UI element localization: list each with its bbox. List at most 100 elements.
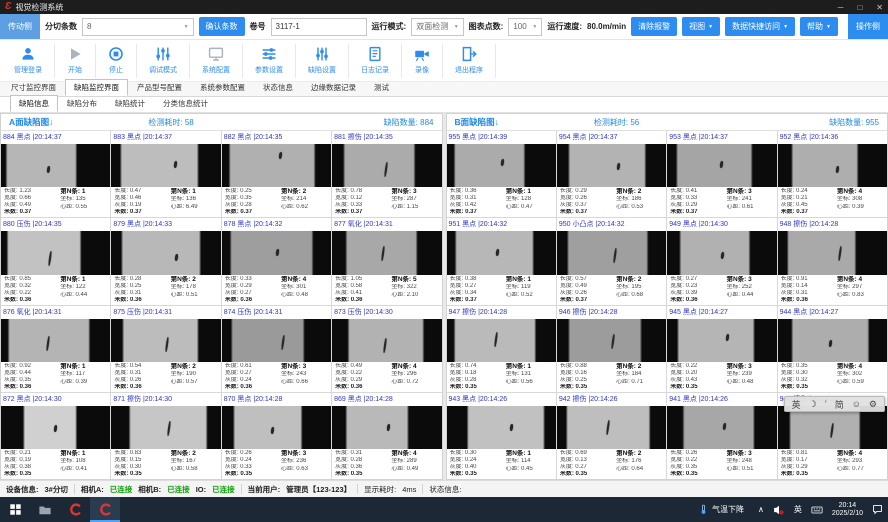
defect-image[interactable] — [1, 406, 110, 449]
toolbar-button-log[interactable]: 日志记录 — [349, 44, 402, 78]
drive-side-button[interactable]: 传动侧 — [0, 14, 40, 39]
defect-card[interactable]: 872 黑点 |20:14:30长度: 0.21宽度: 0.19灰度: 0.38… — [1, 393, 110, 479]
close-button[interactable]: ✕ — [876, 3, 883, 12]
defect-image[interactable] — [222, 144, 331, 187]
defect-image[interactable] — [447, 144, 556, 187]
defect-card[interactable]: 884 黑点 |20:14:37长度: 1.23宽度: 0.66灰度: 0.49… — [1, 131, 110, 217]
defect-image[interactable] — [447, 231, 556, 274]
view-menu-button[interactable]: 视图▼ — [682, 17, 720, 36]
weather-widget[interactable]: 气温下降 — [692, 503, 750, 516]
defect-image[interactable] — [778, 144, 887, 187]
toolbar-button-play[interactable]: 开始 — [55, 44, 96, 78]
main-tab-1[interactable]: 缺陷监控界面 — [65, 79, 128, 96]
taskbar-clock[interactable]: 20:14 2025/2/10 — [832, 502, 863, 518]
defect-card[interactable]: 946 擦伤 |20:14:28长度: 0.88宽度: 0.16灰度: 0.25… — [557, 306, 666, 392]
defect-card[interactable]: 949 黑点 |20:14:30长度: 0.27宽度: 0.23灰度: 0.39… — [667, 218, 776, 304]
operate-side-button[interactable]: 操作侧 — [848, 14, 888, 39]
defect-image[interactable] — [557, 406, 666, 449]
toolbar-button-monitor[interactable]: 系统配置 — [190, 44, 243, 78]
sub-tab-0[interactable]: 缺陷信息 — [10, 95, 58, 112]
defect-image[interactable] — [667, 144, 776, 187]
defect-image[interactable] — [111, 319, 220, 362]
defect-image[interactable] — [111, 231, 220, 274]
defect-image[interactable] — [667, 406, 776, 449]
notification-center-icon[interactable] — [871, 503, 884, 516]
sub-tab-2[interactable]: 缺陷统计 — [106, 95, 154, 112]
panel-title[interactable]: B面缺陷图↓ — [455, 116, 499, 128]
defect-image[interactable] — [1, 319, 110, 362]
defect-card[interactable]: 955 黑点 |20:14:39长度: 0.36宽度: 0.31灰度: 0.42… — [447, 131, 556, 217]
defect-image[interactable] — [222, 406, 331, 449]
app-taskbar-button[interactable] — [60, 497, 90, 522]
defect-card[interactable]: 942 擦伤 |20:14:26长度: 0.69宽度: 0.13灰度: 0.27… — [557, 393, 666, 479]
defect-image[interactable] — [222, 319, 331, 362]
gear-icon[interactable]: ⚙ — [869, 399, 877, 410]
defect-card[interactable]: 869 黑点 |20:14:28长度: 0.31宽度: 0.28灰度: 0.36… — [332, 393, 441, 479]
defect-card[interactable]: 876 氧化 |20:14:31长度: 0.92宽度: 0.44灰度: 0.35… — [1, 306, 110, 392]
speaker-muted-icon[interactable] — [772, 503, 786, 517]
defect-card[interactable]: 943 黑点 |20:14:26长度: 0.30宽度: 0.24灰度: 0.40… — [447, 393, 556, 479]
defect-card[interactable]: 954 黑点 |20:14:37长度: 0.29宽度: 0.26灰度: 0.37… — [557, 131, 666, 217]
main-tab-6[interactable]: 测试 — [365, 79, 398, 96]
emoji-icon[interactable]: ☺ — [852, 399, 861, 409]
data-shortcut-menu-button[interactable]: 数据快捷访问▼ — [725, 17, 795, 36]
chart-points-select[interactable]: 100 ▼ — [508, 18, 542, 36]
toolbar-button-stop[interactable]: 停止 — [96, 44, 137, 78]
defect-card[interactable]: 945 黑点 |20:14:27长度: 0.22宽度: 0.20灰度: 0.43… — [667, 306, 776, 392]
app-taskbar-button-active[interactable] — [90, 497, 120, 522]
help-menu-button[interactable]: 帮助▼ — [800, 17, 838, 36]
defect-image[interactable] — [778, 406, 887, 449]
main-tab-4[interactable]: 状态信息 — [254, 79, 302, 96]
defect-image[interactable] — [1, 231, 110, 274]
keyboard-icon[interactable] — [810, 504, 824, 516]
minimize-button[interactable]: ─ — [838, 3, 844, 12]
toolbar-button-camera[interactable]: 录像 — [402, 44, 443, 78]
run-mode-select[interactable]: 双面检测 ▼ — [411, 18, 463, 36]
sub-tab-3[interactable]: 分类信息统计 — [154, 95, 217, 112]
defect-card[interactable]: 951 黑点 |20:14:32长度: 0.38宽度: 0.27灰度: 0.34… — [447, 218, 556, 304]
toolbar-button-sliders-v[interactable]: 缺陷设置 — [296, 44, 349, 78]
ime-lang-toggle[interactable]: 英 — [792, 398, 801, 411]
confirm-count-button[interactable]: 确认条数 — [199, 17, 245, 36]
defect-image[interactable] — [557, 231, 666, 274]
defect-card[interactable]: 950 小凸点 |20:14:32长度: 0.57宽度: 0.49灰度: 0.2… — [557, 218, 666, 304]
defect-image[interactable] — [111, 406, 220, 449]
roll-input[interactable] — [271, 18, 367, 36]
sub-tab-1[interactable]: 缺陷分布 — [58, 95, 106, 112]
defect-image[interactable] — [667, 231, 776, 274]
start-button[interactable] — [0, 497, 30, 522]
defect-card[interactable]: 871 擦伤 |20:14:30长度: 0.83宽度: 0.15灰度: 0.30… — [111, 393, 220, 479]
toolbar-button-exit[interactable]: 退出程序 — [443, 44, 496, 78]
defect-card[interactable]: 881 擦伤 |20:14:35长度: 0.78宽度: 0.12灰度: 0.33… — [332, 131, 441, 217]
defect-card[interactable]: 948 擦伤 |20:14:28长度: 0.91宽度: 0.14灰度: 0.31… — [778, 218, 887, 304]
defect-image[interactable] — [1, 144, 110, 187]
toolbar-button-user[interactable]: 管理登录 — [2, 44, 55, 78]
defect-card[interactable]: 947 擦伤 |20:14:28长度: 0.74宽度: 0.18灰度: 0.28… — [447, 306, 556, 392]
toolbar-button-tune[interactable]: 调试模式 — [137, 44, 190, 78]
defect-card[interactable]: 879 黑点 |20:14:33长度: 0.28宽度: 0.25灰度: 0.31… — [111, 218, 220, 304]
panel-title[interactable]: A面缺陷图↓ — [9, 116, 53, 128]
defect-card[interactable]: 873 压伤 |20:14:30长度: 0.49宽度: 0.22灰度: 0.29… — [332, 306, 441, 392]
defect-image[interactable] — [222, 231, 331, 274]
main-tab-2[interactable]: 产品型号配置 — [128, 79, 191, 96]
tray-expand-button[interactable]: ∧ — [758, 505, 764, 514]
main-tab-5[interactable]: 边缘数据记录 — [302, 79, 365, 96]
file-explorer-button[interactable] — [30, 497, 60, 522]
slit-count-select[interactable]: 8 ▼ — [82, 18, 194, 36]
defect-image[interactable] — [667, 319, 776, 362]
defect-image[interactable] — [111, 144, 220, 187]
defect-card[interactable]: 944 黑点 |20:14:27长度: 0.35宽度: 0.30灰度: 0.32… — [778, 306, 887, 392]
defect-image[interactable] — [557, 144, 666, 187]
defect-card[interactable]: 882 黑点 |20:14:35长度: 0.25宽度: 0.35灰度: 0.28… — [222, 131, 331, 217]
main-tab-0[interactable]: 尺寸监控界面 — [2, 79, 65, 96]
defect-image[interactable] — [447, 406, 556, 449]
defect-image[interactable] — [332, 144, 441, 187]
clear-alarm-button[interactable]: 清除报警 — [631, 17, 677, 36]
defect-card[interactable]: 952 黑点 |20:14:36长度: 0.24宽度: 0.21灰度: 0.45… — [778, 131, 887, 217]
defect-card[interactable]: 877 氧化 |20:14:31长度: 1.05宽度: 0.58灰度: 0.41… — [332, 218, 441, 304]
defect-image[interactable] — [557, 319, 666, 362]
defect-image[interactable] — [447, 319, 556, 362]
defect-card[interactable]: 870 黑点 |20:14:28长度: 0.26宽度: 0.24灰度: 0.33… — [222, 393, 331, 479]
toolbar-button-sliders-h[interactable]: 参数设置 — [243, 44, 296, 78]
ime-language-indicator[interactable]: 英 — [794, 504, 802, 515]
